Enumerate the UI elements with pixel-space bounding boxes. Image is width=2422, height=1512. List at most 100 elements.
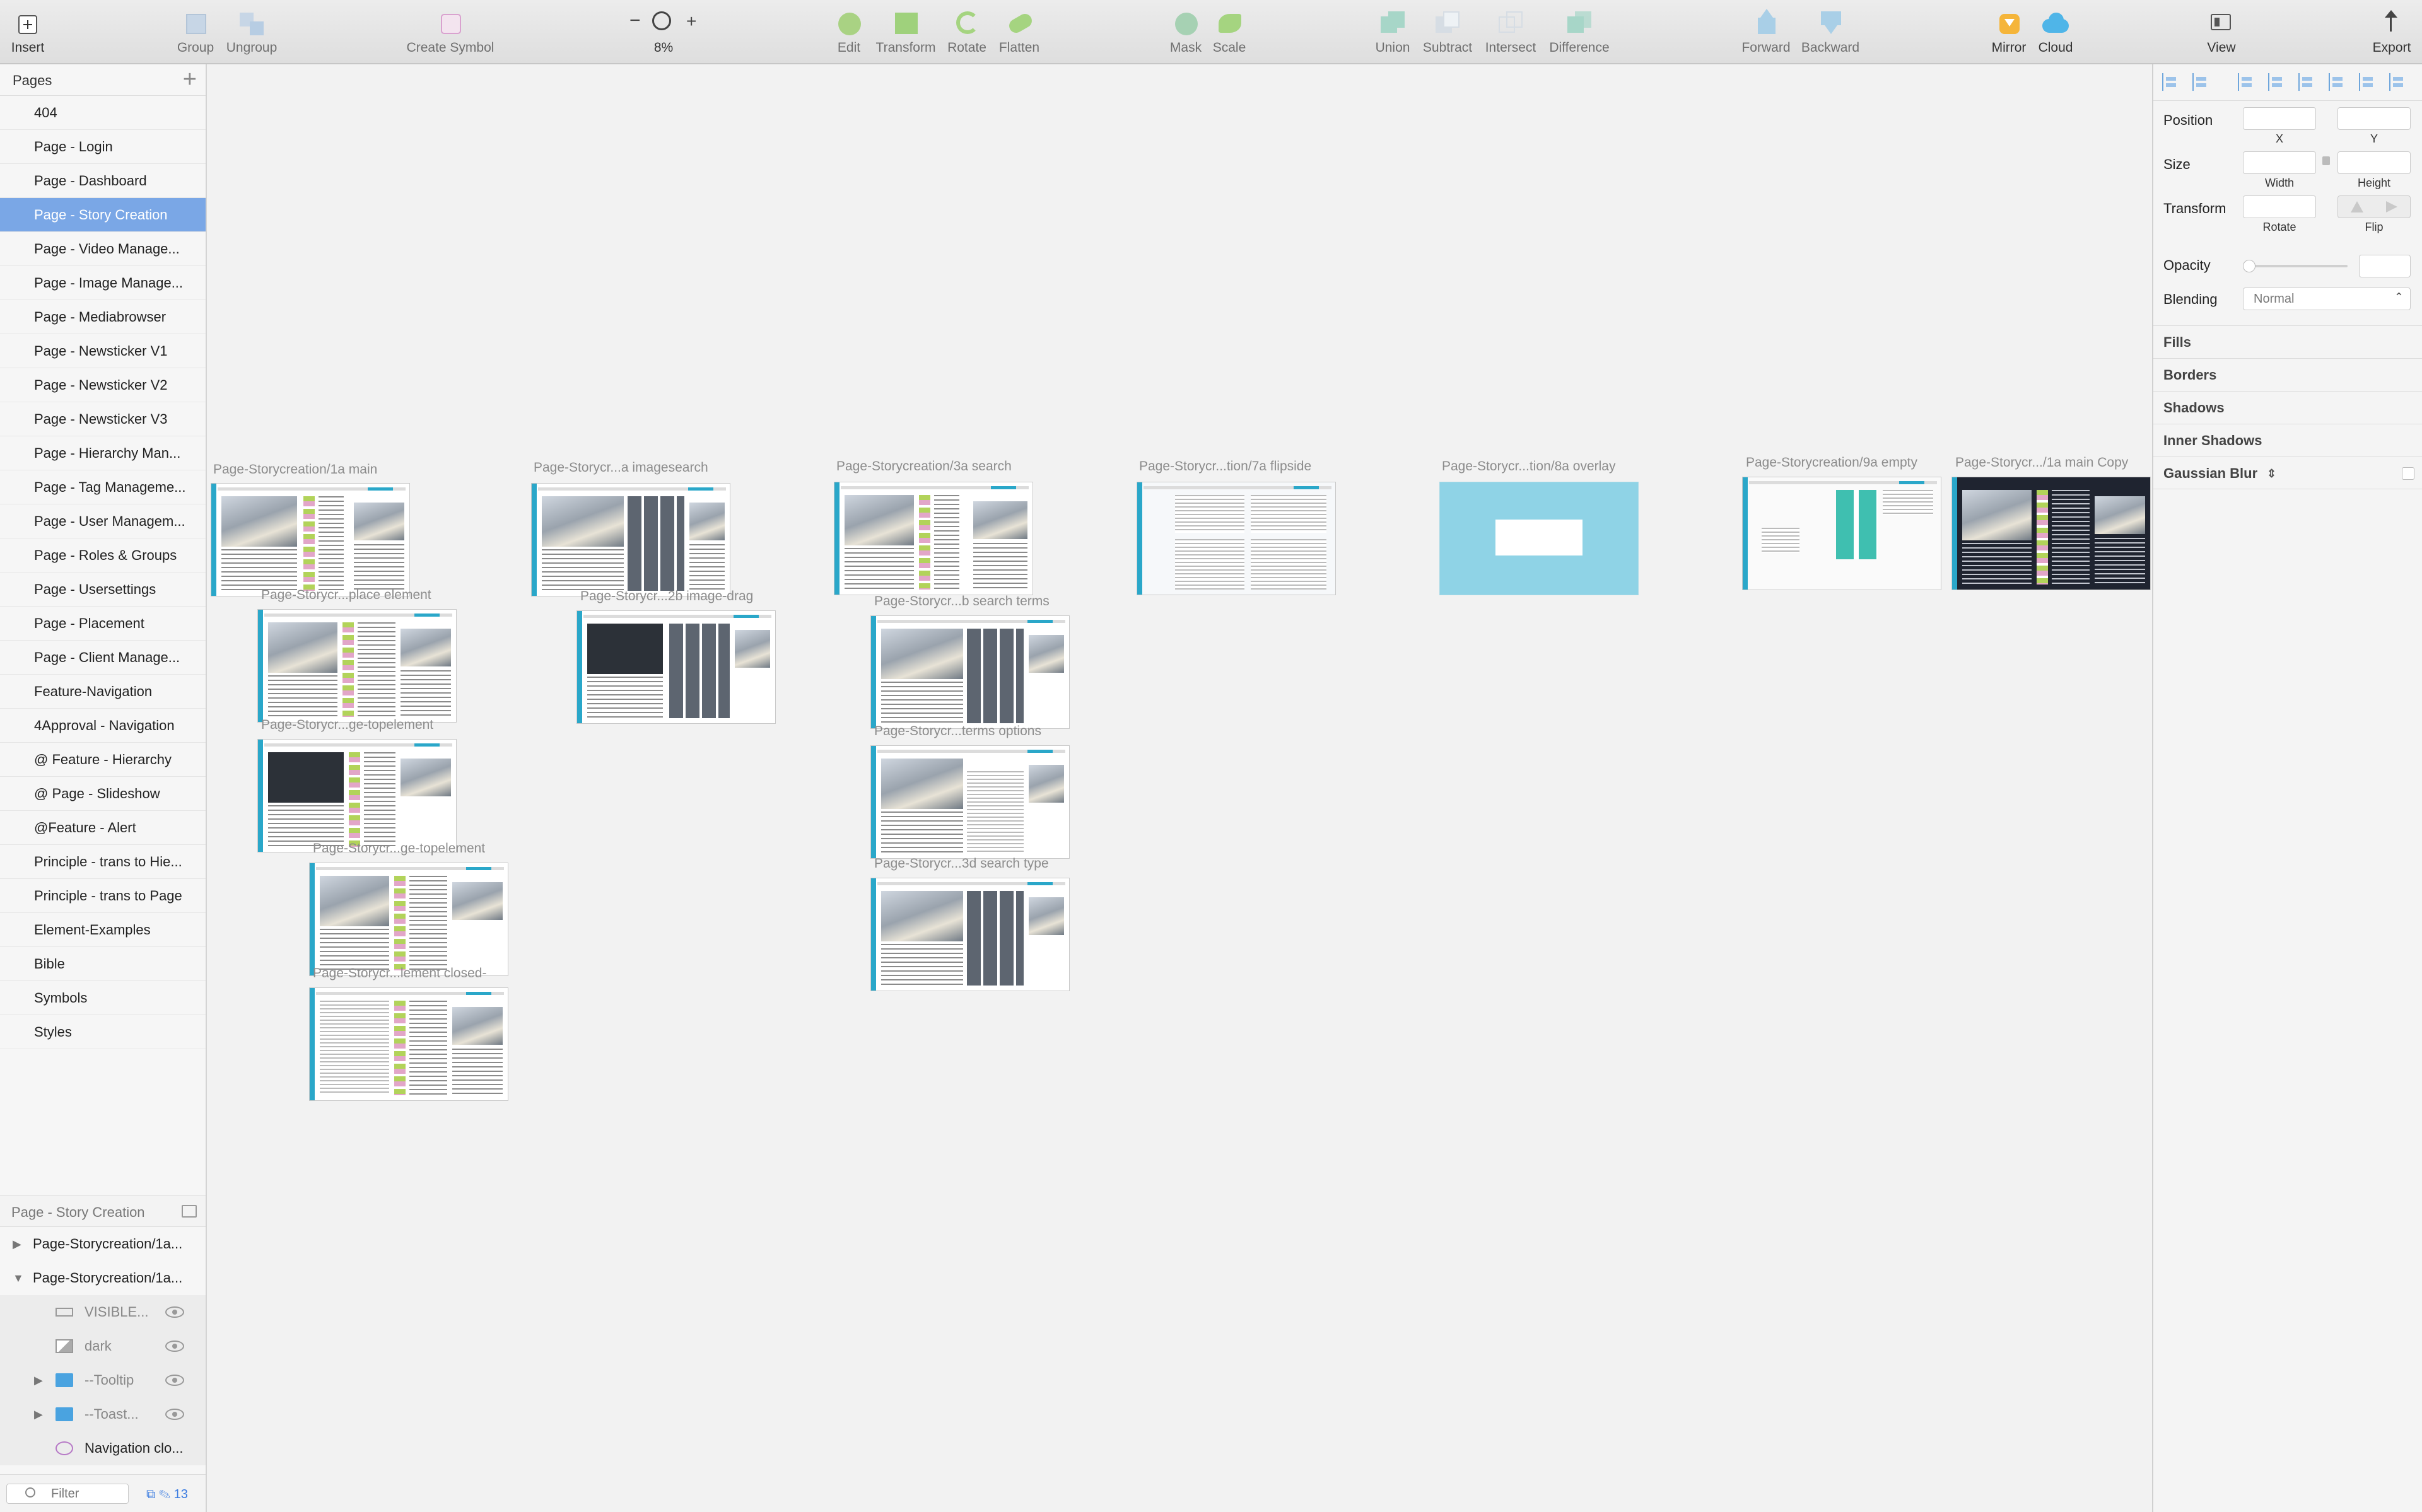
artboard[interactable] [257,609,457,723]
page-item[interactable]: Page - Newsticker V2 [0,368,206,402]
rotate-button[interactable]: Rotate [945,9,989,59]
page-item[interactable]: Page - Hierarchy Man... [0,436,206,470]
page-item[interactable]: Page - Dashboard [0,164,206,198]
scale-button[interactable]: Scale [1208,9,1250,59]
group-button[interactable]: Group [175,9,216,59]
page-item[interactable]: Principle - trans to Hie... [0,845,206,879]
artboard[interactable] [870,745,1070,859]
page-item[interactable]: Page - Newsticker V3 [0,402,206,436]
artboard-label[interactable]: Page-Storycreation/1a main [213,462,377,477]
align-middle-icon[interactable] [2359,73,2377,91]
backward-button[interactable]: Backward [1799,9,1862,59]
forward-button[interactable]: Forward [1738,9,1794,59]
distribute-vertical-icon[interactable] [2192,73,2210,91]
shadows-section[interactable]: Shadows [2153,391,2422,424]
disclosure-right-icon[interactable]: ▶ [34,1363,43,1397]
view-button[interactable]: View [2200,9,2243,59]
artboard-label[interactable]: Page-Storycr...tion/8a overlay [1442,459,1615,474]
add-page-icon[interactable]: + [183,67,197,92]
artboard-label[interactable]: Page-Storycr...a imagesearch [534,460,708,475]
zoom-in-icon[interactable]: + [686,11,696,32]
eye-icon[interactable] [165,1375,184,1386]
cloud-button[interactable]: Cloud [2033,9,2078,59]
page-item[interactable]: @ Page - Slideshow [0,777,206,811]
gaussian-blur-checkbox[interactable] [2402,467,2414,480]
artboard-label[interactable]: Page-Storycr...3d search type [874,856,1049,871]
page-item[interactable]: Symbols [0,981,206,1015]
transform-button[interactable]: Transform [873,9,939,59]
flip-horizontal-icon[interactable] [2351,201,2363,212]
page-item[interactable]: Element-Examples [0,913,206,947]
layer-row[interactable]: ▼ Page-Storycreation/1a... [0,1261,206,1295]
collapse-icon[interactable] [182,1205,197,1218]
chevron-updown-icon[interactable]: ⇕ [2267,457,2276,490]
page-item[interactable]: Page - Story Creation [0,198,206,232]
position-x-input[interactable] [2243,107,2316,130]
artboard[interactable] [531,483,730,596]
page-item[interactable]: Page - Image Manage... [0,266,206,300]
intersect-button[interactable]: Intersect [1480,9,1542,59]
eye-icon[interactable] [165,1409,184,1420]
opacity-slider[interactable] [2243,260,2348,272]
page-item[interactable]: 4Approval - Navigation [0,709,206,743]
align-left-icon[interactable] [2238,73,2255,91]
artboard-label[interactable]: Page-Storycr...ge-topelement [313,841,485,856]
artboard[interactable] [309,863,508,976]
create-symbol-button[interactable]: Create Symbol [401,9,500,59]
flatten-button[interactable]: Flatten [993,9,1046,59]
layer-row[interactable]: Navigation clo... [0,1431,206,1465]
page-item[interactable]: Page - Usersettings [0,573,206,607]
page-item[interactable]: Page - Login [0,130,206,164]
page-item[interactable]: Page - Tag Manageme... [0,470,206,504]
width-input[interactable] [2243,151,2316,174]
insert-button[interactable]: Insert [9,9,47,59]
subtract-button[interactable]: Subtract [1415,9,1480,59]
zoom-out-icon[interactable]: − [629,10,641,32]
artboard-label[interactable]: Page-Storycr...b search terms [874,594,1050,609]
layer-row[interactable]: ▶ --Toast... [0,1397,206,1431]
disclosure-down-icon[interactable]: ▼ [13,1261,24,1295]
zoom-control[interactable]: − + 8% [624,9,703,59]
page-item[interactable]: Page - Mediabrowser [0,300,206,334]
ungroup-button[interactable]: Ungroup [223,9,280,59]
distribute-horizontal-icon[interactable] [2162,73,2180,91]
artboard-label[interactable]: Page-Storycr...tion/7a flipside [1139,459,1311,474]
fills-section[interactable]: Fills [2153,325,2422,358]
page-item[interactable]: @Feature - Alert [0,811,206,845]
position-y-input[interactable] [2337,107,2411,130]
mask-button[interactable]: Mask [1167,9,1205,59]
blending-select[interactable]: Normal ⌃ [2243,288,2411,310]
align-right-icon[interactable] [2298,73,2316,91]
layer-row[interactable]: ▶ --Tooltip [0,1363,206,1397]
artboard-label[interactable]: Page-Storycr...terms options [874,724,1041,739]
artboard-label[interactable]: Page-Storycreation/9a empty [1746,455,1917,470]
artboard[interactable] [1742,477,1941,590]
artboard-label[interactable]: Page-Storycr...lement closed- [313,966,486,981]
page-item[interactable]: Principle - trans to Page [0,879,206,913]
page-item[interactable]: Page - Placement [0,607,206,641]
artboard-label[interactable]: Page-Storycr...place element [261,588,431,603]
layer-row[interactable]: VISIBLE... [0,1295,206,1329]
eye-icon[interactable] [165,1340,184,1352]
flip-buttons[interactable] [2337,195,2411,218]
artboard-label[interactable]: Page-Storycr...ge-topelement [261,718,433,733]
page-item[interactable]: Page - Roles & Groups [0,538,206,573]
height-input[interactable] [2337,151,2411,174]
page-item[interactable]: Page - Newsticker V1 [0,334,206,368]
borders-section[interactable]: Borders [2153,358,2422,391]
flip-vertical-icon[interactable] [2386,201,2397,212]
mirror-button[interactable]: Mirror [1987,9,2031,59]
disclosure-right-icon[interactable]: ▶ [34,1397,43,1431]
page-item[interactable]: Page - Client Manage... [0,641,206,675]
artboard-label[interactable]: Page-Storycr...2b image-drag [580,589,753,604]
opacity-slider-knob[interactable] [2243,260,2255,272]
rotate-input[interactable] [2243,195,2316,218]
canvas[interactable]: Page-Storycreation/1a main Page-Storycr.… [208,64,2151,1512]
artboard[interactable] [1439,482,1639,595]
layer-row[interactable]: ▶ Page-Storycreation/1a... [0,1227,206,1261]
artboard[interactable] [576,610,776,724]
layer-count[interactable]: ⧉ ✎ 13 [146,1487,188,1502]
artboard-label[interactable]: Page-Storycreation/3a search [836,459,1012,474]
page-item[interactable]: Feature-Navigation [0,675,206,709]
artboard[interactable] [1951,477,2151,590]
